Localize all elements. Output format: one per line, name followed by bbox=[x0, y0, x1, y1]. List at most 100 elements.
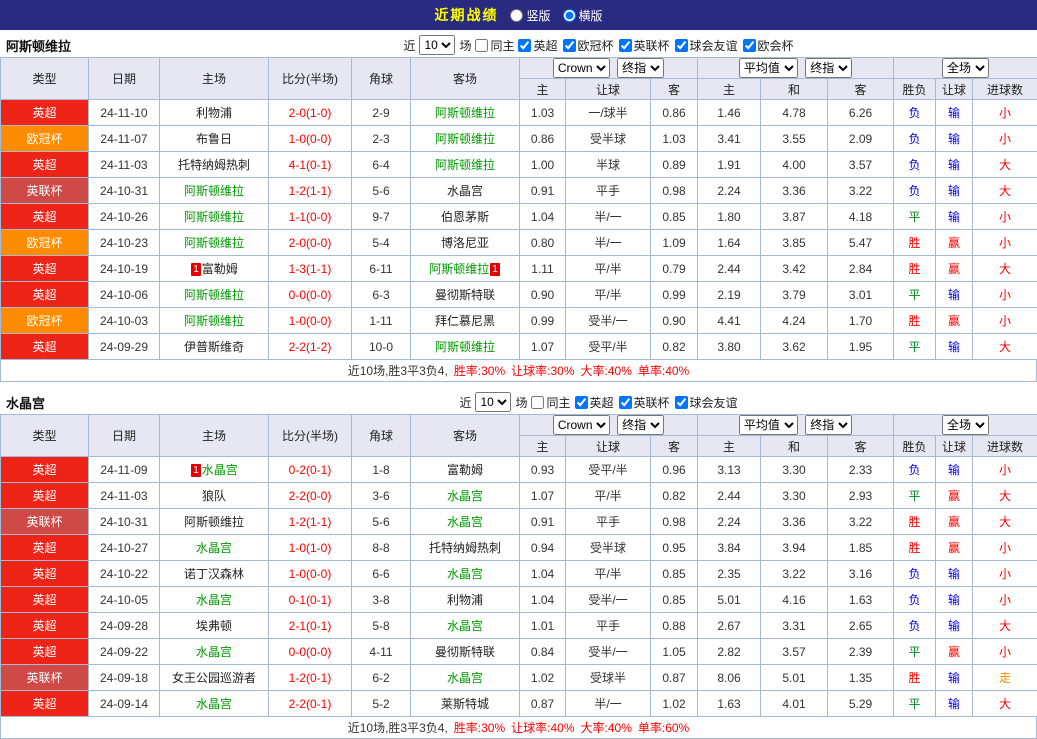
home-team-cell[interactable]: 水晶宫 bbox=[160, 587, 269, 613]
home-team-cell[interactable]: 阿斯顿维拉 bbox=[160, 282, 269, 308]
score-cell[interactable]: 1-2(1-1) bbox=[269, 509, 352, 535]
score-cell[interactable]: 1-2(0-1) bbox=[269, 665, 352, 691]
away-team-cell[interactable]: 富勒姆 bbox=[411, 457, 520, 483]
score-cell[interactable]: 2-1(0-1) bbox=[269, 613, 352, 639]
fulltime-select[interactable]: 全场 bbox=[942, 58, 989, 78]
league-checkbox[interactable] bbox=[675, 396, 688, 409]
away-team-cell[interactable]: 阿斯顿维拉 bbox=[411, 100, 520, 126]
average-select[interactable]: 平均值 bbox=[739, 58, 798, 78]
league-checkbox[interactable] bbox=[619, 39, 632, 52]
score-cell[interactable]: 1-1(0-0) bbox=[269, 204, 352, 230]
score-cell[interactable]: 0-0(0-0) bbox=[269, 282, 352, 308]
score-cell[interactable]: 1-0(0-0) bbox=[269, 561, 352, 587]
fulltime-select[interactable]: 全场 bbox=[942, 415, 989, 435]
home-team-cell[interactable]: 1富勒姆 bbox=[160, 256, 269, 282]
score-cell[interactable]: 0-1(0-1) bbox=[269, 587, 352, 613]
layout-radio-vertical[interactable]: 竖版 bbox=[510, 7, 550, 24]
home-team-cell[interactable]: 1水晶宫 bbox=[160, 457, 269, 483]
home-team-cell[interactable]: 埃弗顿 bbox=[160, 613, 269, 639]
league-filter[interactable]: 球会友谊 bbox=[675, 394, 738, 411]
score-cell[interactable]: 1-2(1-1) bbox=[269, 178, 352, 204]
home-team-cell[interactable]: 利物浦 bbox=[160, 100, 269, 126]
league-filter[interactable]: 英联杯 bbox=[619, 37, 670, 54]
average-select[interactable]: 平均值 bbox=[739, 415, 798, 435]
vertical-layout-radio-input[interactable] bbox=[510, 9, 523, 22]
team-name-link: 阿斯顿维拉 bbox=[184, 210, 244, 224]
home-team-cell[interactable]: 阿斯顿维拉 bbox=[160, 204, 269, 230]
away-team-cell[interactable]: 阿斯顿维拉 bbox=[411, 152, 520, 178]
away-team-cell[interactable]: 阿斯顿维拉 bbox=[411, 334, 520, 360]
away-team-cell[interactable]: 水晶宫 bbox=[411, 613, 520, 639]
score-cell[interactable]: 0-2(0-1) bbox=[269, 457, 352, 483]
away-team-cell[interactable]: 拜仁慕尼黑 bbox=[411, 308, 520, 334]
league-checkbox[interactable] bbox=[563, 39, 576, 52]
home-team-cell[interactable]: 狼队 bbox=[160, 483, 269, 509]
same-home-filter[interactable]: 同主 bbox=[531, 394, 570, 411]
league-filter[interactable]: 英超 bbox=[575, 394, 614, 411]
odds-stage-select[interactable]: 终指 bbox=[617, 415, 664, 435]
same-home-checkbox[interactable] bbox=[531, 396, 544, 409]
home-team-cell[interactable]: 托特纳姆热刺 bbox=[160, 152, 269, 178]
home-team-cell[interactable]: 水晶宫 bbox=[160, 639, 269, 665]
home-team-cell[interactable]: 阿斯顿维拉 bbox=[160, 509, 269, 535]
same-home-filter[interactable]: 同主 bbox=[475, 37, 514, 54]
league-checkbox[interactable] bbox=[619, 396, 632, 409]
away-team-cell[interactable]: 阿斯顿维拉1 bbox=[411, 256, 520, 282]
home-team-cell[interactable]: 水晶宫 bbox=[160, 535, 269, 561]
home-team-cell[interactable]: 伊普斯维奇 bbox=[160, 334, 269, 360]
match-count-select[interactable]: 10 bbox=[419, 35, 455, 55]
home-team-cell[interactable]: 诺丁汉森林 bbox=[160, 561, 269, 587]
league-filter[interactable]: 英超 bbox=[518, 37, 557, 54]
away-team-cell[interactable]: 阿斯顿维拉 bbox=[411, 126, 520, 152]
league-checkbox[interactable] bbox=[575, 396, 588, 409]
score-cell[interactable]: 1-0(1-0) bbox=[269, 535, 352, 561]
league-filter[interactable]: 球会友谊 bbox=[675, 37, 738, 54]
league-filter[interactable]: 欧会杯 bbox=[743, 37, 794, 54]
away-team-cell[interactable]: 伯恩茅斯 bbox=[411, 204, 520, 230]
away-team-cell[interactable]: 水晶宫 bbox=[411, 178, 520, 204]
league-checkbox[interactable] bbox=[675, 39, 688, 52]
score-cell[interactable]: 2-2(1-2) bbox=[269, 334, 352, 360]
odds-stage-select[interactable]: 终指 bbox=[617, 58, 664, 78]
league-checkbox[interactable] bbox=[743, 39, 756, 52]
score-cell[interactable]: 2-0(0-0) bbox=[269, 230, 352, 256]
score-cell[interactable]: 4-1(0-1) bbox=[269, 152, 352, 178]
away-team-cell[interactable]: 水晶宫 bbox=[411, 561, 520, 587]
away-team-cell[interactable]: 水晶宫 bbox=[411, 483, 520, 509]
away-team-cell[interactable]: 曼彻斯特联 bbox=[411, 282, 520, 308]
home-team-cell[interactable]: 女王公园巡游者 bbox=[160, 665, 269, 691]
away-team-cell[interactable]: 莱斯特城 bbox=[411, 691, 520, 717]
score-cell[interactable]: 2-2(0-0) bbox=[269, 483, 352, 509]
result-goals-cell: 小 bbox=[973, 639, 1037, 665]
score-cell[interactable]: 1-3(1-1) bbox=[269, 256, 352, 282]
away-team-cell[interactable]: 水晶宫 bbox=[411, 509, 520, 535]
away-team-cell[interactable]: 水晶宫 bbox=[411, 665, 520, 691]
away-team-cell[interactable]: 利物浦 bbox=[411, 587, 520, 613]
bookmaker-select[interactable]: Crown bbox=[553, 58, 610, 78]
home-team-cell[interactable]: 阿斯顿维拉 bbox=[160, 178, 269, 204]
away-team-cell[interactable]: 曼彻斯特联 bbox=[411, 639, 520, 665]
home-team-cell[interactable]: 阿斯顿维拉 bbox=[160, 308, 269, 334]
score-cell[interactable]: 1-0(0-0) bbox=[269, 126, 352, 152]
home-team-cell[interactable]: 布鲁日 bbox=[160, 126, 269, 152]
layout-radio-horizontal[interactable]: 横版 bbox=[563, 7, 603, 24]
score-cell[interactable]: 2-2(0-1) bbox=[269, 691, 352, 717]
horizontal-layout-radio-input[interactable] bbox=[563, 9, 576, 22]
odds-home-cell: 1.04 bbox=[520, 561, 566, 587]
league-checkbox[interactable] bbox=[518, 39, 531, 52]
score-cell[interactable]: 2-0(1-0) bbox=[269, 100, 352, 126]
same-home-checkbox[interactable] bbox=[475, 39, 488, 52]
score-cell[interactable]: 0-0(0-0) bbox=[269, 639, 352, 665]
average-stage-select[interactable]: 终指 bbox=[805, 415, 852, 435]
team-name-link: 水晶宫 bbox=[447, 489, 483, 503]
league-filter[interactable]: 英联杯 bbox=[619, 394, 670, 411]
league-filter[interactable]: 欧冠杯 bbox=[563, 37, 614, 54]
away-team-cell[interactable]: 博洛尼亚 bbox=[411, 230, 520, 256]
average-stage-select[interactable]: 终指 bbox=[805, 58, 852, 78]
score-cell[interactable]: 1-0(0-0) bbox=[269, 308, 352, 334]
away-team-cell[interactable]: 托特纳姆热刺 bbox=[411, 535, 520, 561]
home-team-cell[interactable]: 阿斯顿维拉 bbox=[160, 230, 269, 256]
match-count-select[interactable]: 10 bbox=[475, 392, 511, 412]
bookmaker-select[interactable]: Crown bbox=[553, 415, 610, 435]
home-team-cell[interactable]: 水晶宫 bbox=[160, 691, 269, 717]
